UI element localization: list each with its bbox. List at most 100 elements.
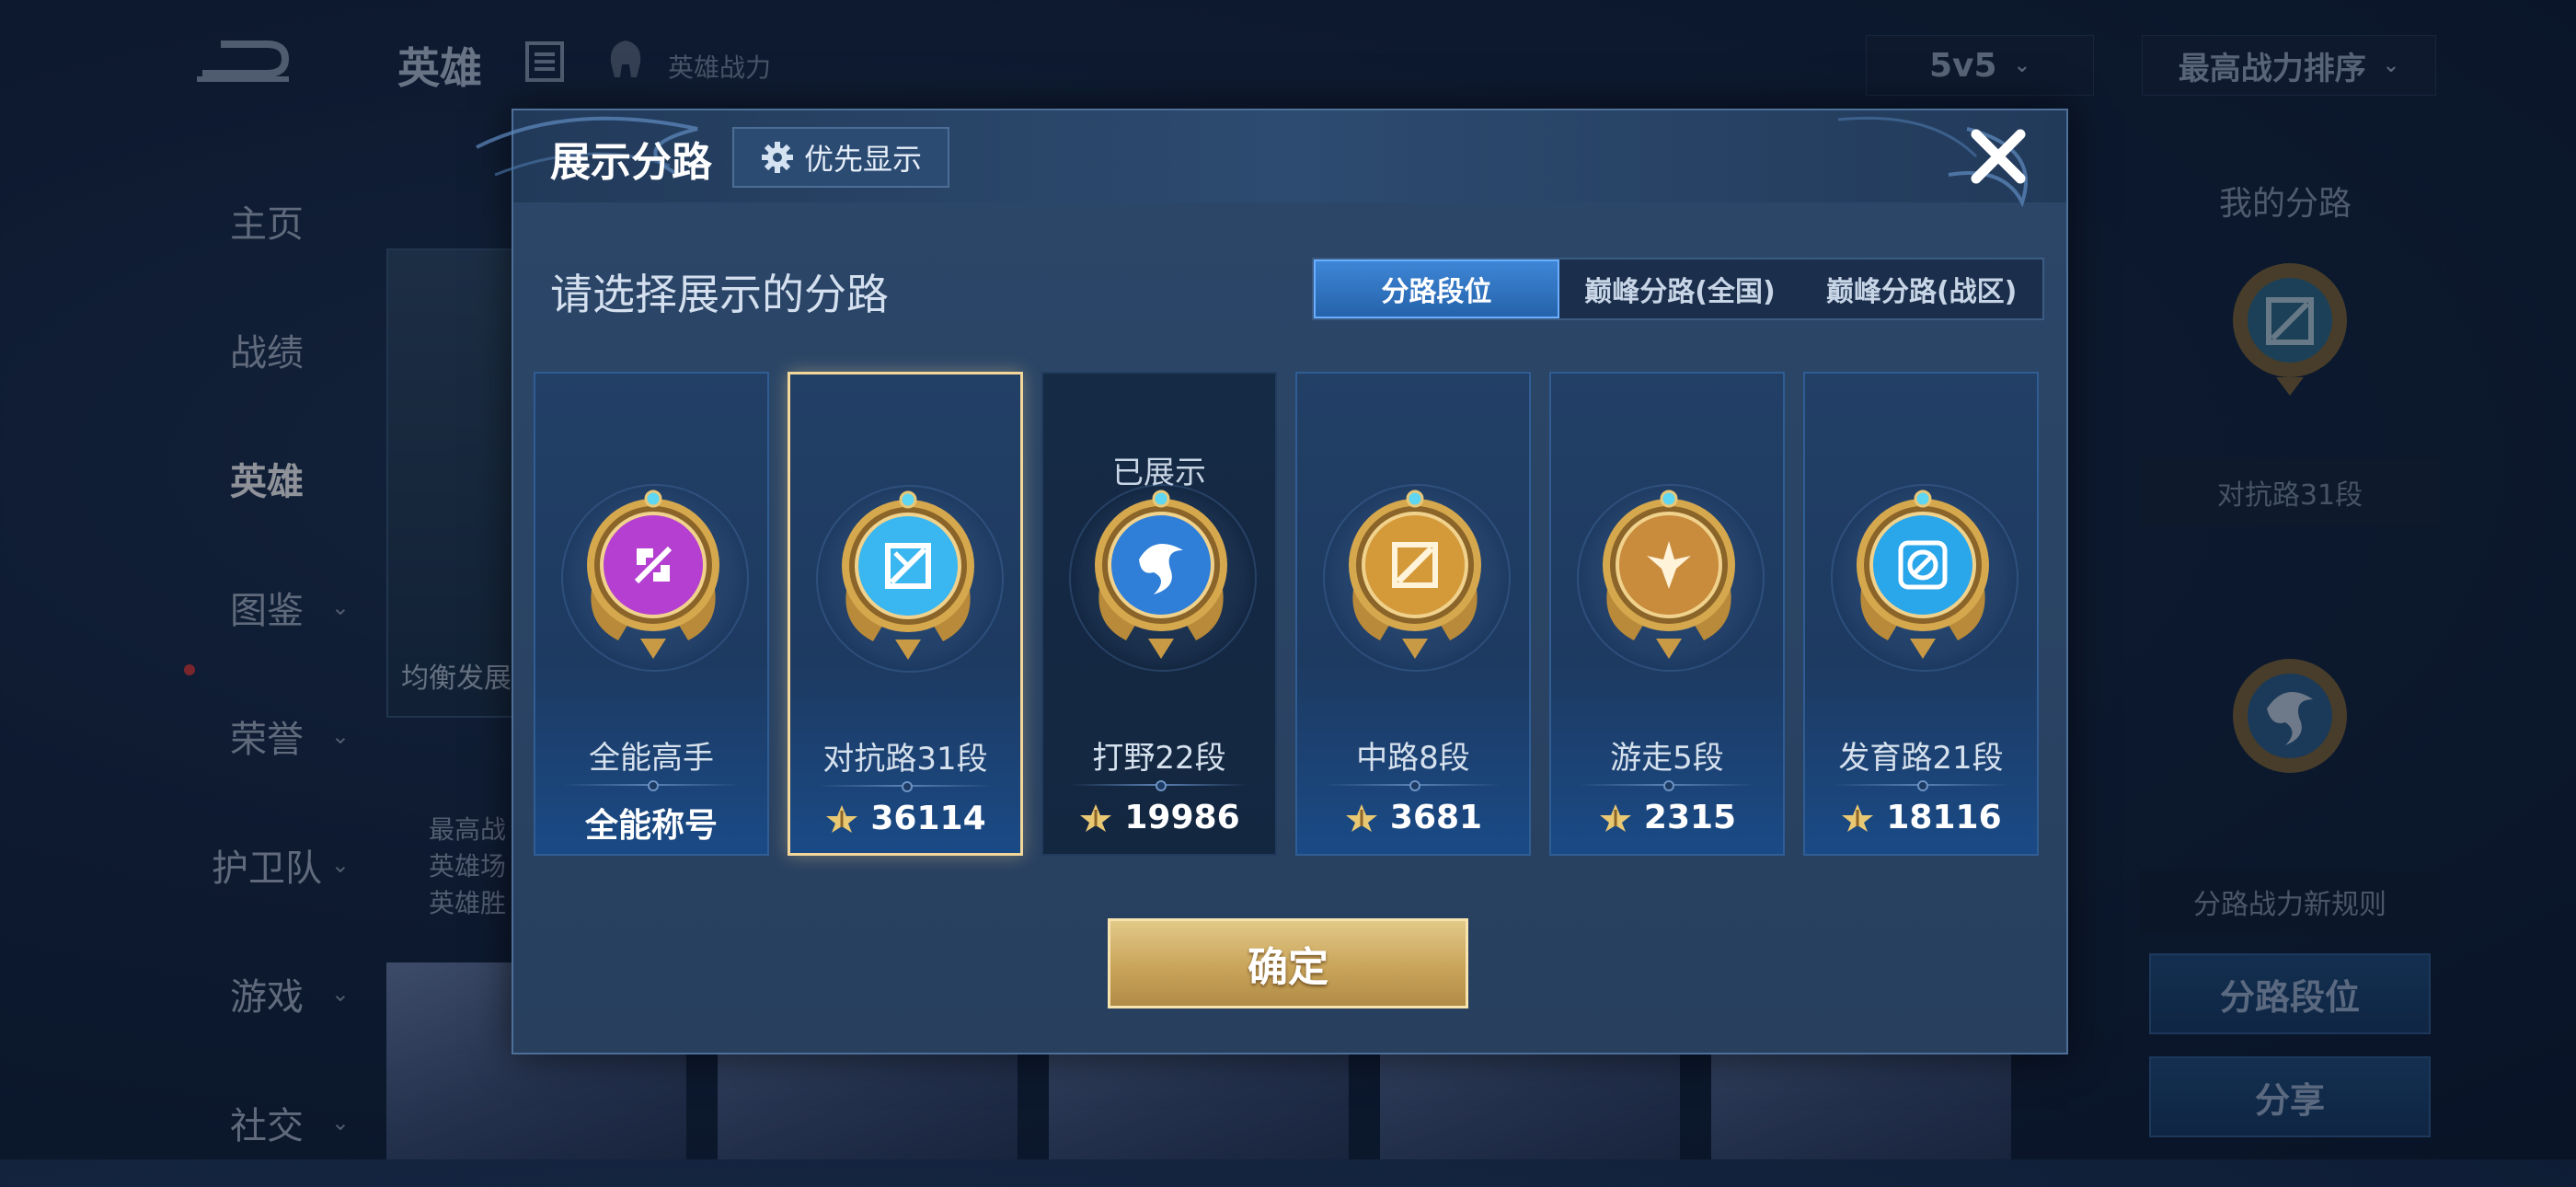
chevron-down-icon: ⌄ <box>330 1110 350 1135</box>
card-divider <box>1071 780 1248 791</box>
farm-lane-badge-icon <box>1857 490 1989 659</box>
notification-dot <box>184 664 195 675</box>
lane-name: 中路8段 <box>1356 740 1470 777</box>
sort-select[interactable]: 最高战力排序 ⌄ <box>2142 35 2436 96</box>
card-divider <box>563 780 740 791</box>
card-divider <box>1833 780 2009 791</box>
tab-peak-lane-region[interactable]: 巅峰分路(战区) <box>1800 259 2042 318</box>
hero-stat: 英雄场 <box>429 851 507 882</box>
nav-item-active[interactable]: 英雄 <box>166 414 368 543</box>
lane-card[interactable]: 游走5段 2315 <box>1549 372 1785 856</box>
hero-stat: 英雄胜 <box>429 888 507 918</box>
lane-power: 3681 <box>1297 799 1529 836</box>
nav-item-label: 图鉴 <box>230 590 304 632</box>
all-round-badge-icon <box>587 490 719 659</box>
nav-item-label: 战绩 <box>230 332 304 375</box>
chevron-down-icon: ⌄ <box>330 981 350 1007</box>
power-icon <box>1599 803 1631 832</box>
back-button[interactable] <box>193 33 294 86</box>
gear-icon <box>761 142 793 173</box>
priority-display-label: 优先显示 <box>803 142 922 177</box>
power-icon <box>1842 803 1874 832</box>
nav-item[interactable]: 荣誉 ⌄ <box>166 672 368 801</box>
power-icon <box>1080 803 1112 832</box>
jungle-badge-icon <box>1095 490 1227 659</box>
mode-select[interactable]: 5v5 ⌄ <box>1866 35 2094 96</box>
lane-card[interactable]: 发育路21段 18116 <box>1803 372 2039 856</box>
power-icon <box>826 804 858 833</box>
my-lane-title: 我的分路 <box>2219 185 2352 223</box>
lane-power: 36114 <box>790 800 1020 837</box>
nav-item-label: 游戏 <box>230 976 304 1019</box>
mid-lane-badge-icon <box>1349 490 1481 659</box>
page-title: 英雄 <box>397 43 482 93</box>
clash-lane-badge-icon <box>842 490 974 660</box>
lane-power-value: 19986 <box>1124 799 1240 836</box>
nav-item-label: 社交 <box>230 1105 304 1147</box>
sort-select-value: 最高战力排序 <box>2178 50 2366 87</box>
nav-item[interactable]: 图鉴 ⌄ <box>166 543 368 672</box>
card-divider <box>1325 780 1501 791</box>
nav-item[interactable]: 社交 ⌄ <box>166 1058 368 1187</box>
lane-name: 发育路21段 <box>1838 740 2004 777</box>
lane-card[interactable]: 对抗路31段 36114 <box>788 372 1023 856</box>
nav-item-label: 主页 <box>230 203 304 246</box>
lane-name: 全能高手 <box>589 740 714 777</box>
lane-power-value: 全能称号 <box>584 807 718 845</box>
clash-lane-badge-icon <box>2233 263 2347 396</box>
display-lane-dialog: 展示分路 优先显示 请选择展示的分路 分路段位 巅峰分路(全国) 巅峰分路(战区… <box>476 109 2068 1054</box>
card-divider <box>1579 780 1755 791</box>
lane-rank-button[interactable]: 分路段位 <box>2149 953 2431 1034</box>
chevron-down-icon: ⌄ <box>2013 53 2030 77</box>
confirm-button[interactable]: 确定 <box>1108 918 1468 1008</box>
nav-item[interactable]: 主页 <box>166 156 368 285</box>
nav-item-label: 荣誉 <box>230 719 304 761</box>
lane-category-tabs: 分路段位 巅峰分路(全国) 巅峰分路(战区) <box>1312 258 2044 320</box>
chevron-down-icon: ⌄ <box>330 723 350 749</box>
helmet-icon <box>610 40 641 77</box>
card-divider <box>818 781 993 792</box>
lane-card-list: 全能高手 全能称号 对抗路31段 36114 已展示 打野22段 19986 中路8段 3681… <box>534 372 2042 856</box>
hero-stat: 最高战 <box>429 814 507 845</box>
hero-portrait-card[interactable] <box>386 248 519 718</box>
power-icon <box>1345 803 1377 832</box>
tab-peak-lane-national[interactable]: 巅峰分路(全国) <box>1559 259 1801 318</box>
sidebar-nav: 主页 战绩 英雄 图鉴 ⌄ 荣誉 ⌄ 护卫队 ⌄ 游戏 ⌄ 社交 ⌄ <box>166 156 368 1187</box>
dialog-title: 展示分路 <box>550 139 712 186</box>
lane-power-rule-link[interactable]: 分路战力新规则 <box>2140 870 2440 933</box>
nav-item-label: 护卫队 <box>212 847 322 890</box>
lane-power-value: 3681 <box>1389 799 1483 836</box>
lane-card[interactable]: 已展示 打野22段 19986 <box>1041 372 1277 856</box>
list-icon[interactable] <box>524 40 565 83</box>
priority-display-button[interactable]: 优先显示 <box>732 127 949 188</box>
dialog-subtitle: 请选择展示的分路 <box>550 270 889 319</box>
hero-power-link[interactable]: 英雄战力 <box>668 48 771 85</box>
nav-item[interactable]: 游戏 ⌄ <box>166 929 368 1058</box>
chevron-down-icon: ⌄ <box>330 594 350 620</box>
lane-name: 游走5段 <box>1610 740 1724 777</box>
my-lane-label: 对抗路31段 <box>2140 458 2440 526</box>
nav-item[interactable]: 护卫队 ⌄ <box>166 801 368 929</box>
mode-select-value: 5v5 <box>1928 46 1997 85</box>
lane-name: 打野22段 <box>1092 740 1226 777</box>
lane-name: 对抗路31段 <box>822 741 988 778</box>
hero-tag: 均衡发展 <box>401 663 512 695</box>
roam-badge-icon <box>1603 490 1735 659</box>
close-icon[interactable] <box>1965 123 2031 190</box>
lane-power: 2315 <box>1551 799 1783 836</box>
back-arrow-icon <box>197 40 290 82</box>
chevron-down-icon: ⌄ <box>2382 53 2400 77</box>
nav-item[interactable]: 战绩 <box>166 285 368 414</box>
lane-card[interactable]: 中路8段 3681 <box>1295 372 1531 856</box>
lane-power: 18116 <box>1805 799 2037 836</box>
lane-power-value: 18116 <box>1886 799 2002 836</box>
chevron-down-icon: ⌄ <box>330 852 350 878</box>
lane-power-value: 36114 <box>870 800 986 837</box>
lane-power-value: 2315 <box>1643 799 1737 836</box>
lane-power: 全能称号 <box>535 799 767 847</box>
jungle-badge-icon <box>2233 659 2347 773</box>
lane-power: 19986 <box>1043 799 1275 836</box>
share-button[interactable]: 分享 <box>2149 1056 2431 1137</box>
tab-lane-rank[interactable]: 分路段位 <box>1314 259 1559 318</box>
lane-card[interactable]: 全能高手 全能称号 <box>534 372 769 856</box>
